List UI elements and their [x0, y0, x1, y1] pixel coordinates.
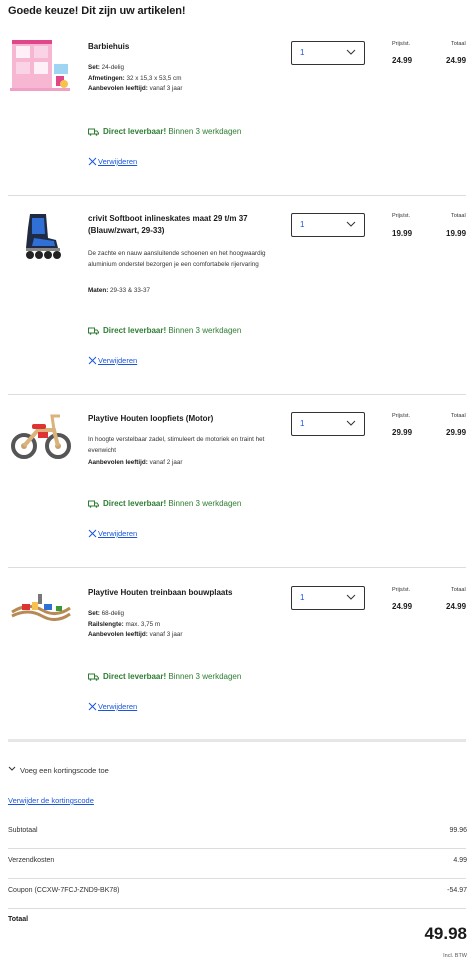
item-details: Set: 24-delig Afmetingen: 32 x 15,3 x 53…	[88, 64, 183, 92]
item-divider	[8, 394, 466, 395]
chevron-down-icon	[8, 766, 16, 771]
item-divider	[8, 567, 466, 568]
item-details: Aanbevolen leeftijd: vanaf 2 jaar	[88, 459, 183, 466]
coupon-label: Coupon (CCXW-7FCJ-ZND9-BK78)	[8, 887, 120, 894]
remove-button[interactable]: Verwijderen	[88, 356, 137, 365]
summary-divider	[8, 908, 466, 909]
vat-note: Incl. BTW	[443, 953, 467, 959]
total-header: Totaal	[451, 587, 466, 593]
item-total: 24.99	[446, 602, 467, 611]
unit-price-header: Prijs/st.	[392, 587, 411, 593]
item-name: Playtive Houten loopfiets (Motor)	[88, 414, 214, 423]
item-name: Barbiehuis	[88, 42, 130, 51]
close-icon	[88, 356, 97, 365]
quantity-value: 1	[300, 220, 305, 229]
truck-icon	[88, 327, 99, 335]
item-total: 29.99	[446, 428, 467, 437]
quantity-select[interactable]: 1	[291, 213, 365, 237]
quantity-value: 1	[300, 419, 305, 428]
unit-price: 29.99	[392, 428, 413, 437]
balance-bike-image	[11, 414, 71, 459]
item-total: 19.99	[446, 229, 467, 238]
item-description: In hoogte verstelbaar zadel, stimuleert …	[88, 436, 265, 454]
delivery-status: Direct leverbaar! Binnen 3 werkdagen	[88, 672, 241, 681]
delivery-status: Direct leverbaar! Binnen 3 werkdagen	[88, 499, 241, 508]
quantity-value: 1	[300, 593, 305, 602]
unit-price: 24.99	[392, 602, 413, 611]
total-header: Totaal	[451, 213, 466, 219]
coupon-toggle-label: Voeg een kortingscode toe	[20, 766, 109, 775]
shipping-value: 4.99	[453, 857, 467, 864]
subtotal-value: 99.96	[449, 827, 467, 834]
unit-price-header: Prijs/st.	[392, 413, 411, 419]
coupon-value: -54.97	[447, 887, 467, 894]
chevron-down-icon	[346, 49, 356, 55]
chevron-down-icon	[346, 594, 356, 600]
quantity-select[interactable]: 1	[291, 41, 365, 65]
item-total: 24.99	[446, 56, 467, 65]
page-title: Goede keuze! Dit zijn uw artikelen!	[8, 5, 186, 17]
remove-button[interactable]: Verwijderen	[88, 529, 137, 538]
subtotal-label: Subtotaal	[8, 827, 38, 834]
item-details: Maten: 29-33 & 33-37	[88, 287, 150, 294]
train-set-image	[11, 594, 71, 621]
close-icon	[88, 702, 97, 711]
inline-skate-image	[26, 214, 61, 259]
remove-button[interactable]: Verwijderen	[88, 702, 137, 711]
summary-divider	[8, 878, 466, 879]
unit-price: 19.99	[392, 229, 413, 238]
unit-price-header: Prijs/st.	[392, 41, 411, 47]
truck-icon	[88, 128, 99, 136]
remove-button[interactable]: Verwijderen	[88, 157, 137, 166]
unit-price: 24.99	[392, 56, 413, 65]
chevron-down-icon	[346, 420, 356, 426]
grand-total: 49.98	[424, 924, 467, 943]
quantity-value: 1	[300, 48, 305, 57]
total-header: Totaal	[451, 413, 466, 419]
section-divider	[8, 739, 466, 742]
item-details: Set: 68-delig Railslengte: max. 3,75 m A…	[88, 610, 183, 638]
item-name: crivit Softboot inlineskates maat 29 t/m…	[88, 214, 248, 235]
coupon-toggle[interactable]: Voeg een kortingscode toe	[8, 766, 109, 775]
delivery-status: Direct leverbaar! Binnen 3 werkdagen	[88, 127, 241, 136]
chevron-down-icon	[346, 221, 356, 227]
quantity-select[interactable]: 1	[291, 586, 365, 610]
unit-price-header: Prijs/st.	[392, 213, 411, 219]
item-name: Playtive Houten treinbaan bouwplaats	[88, 588, 233, 597]
truck-icon	[88, 500, 99, 508]
summary-divider	[8, 848, 466, 849]
quantity-select[interactable]: 1	[291, 412, 365, 436]
shipping-label: Verzendkosten	[8, 857, 55, 864]
truck-icon	[88, 673, 99, 681]
barbie-house-image	[10, 40, 70, 91]
total-label: Totaal	[8, 916, 29, 923]
total-header: Totaal	[451, 41, 466, 47]
remove-coupon-link[interactable]: Verwijder de kortingscode	[8, 796, 94, 805]
close-icon	[88, 529, 97, 538]
item-description: De zachte en nauw aansluitende schoenen …	[88, 250, 266, 268]
delivery-status: Direct leverbaar! Binnen 3 werkdagen	[88, 326, 241, 335]
item-divider	[8, 195, 466, 196]
close-icon	[88, 157, 97, 166]
